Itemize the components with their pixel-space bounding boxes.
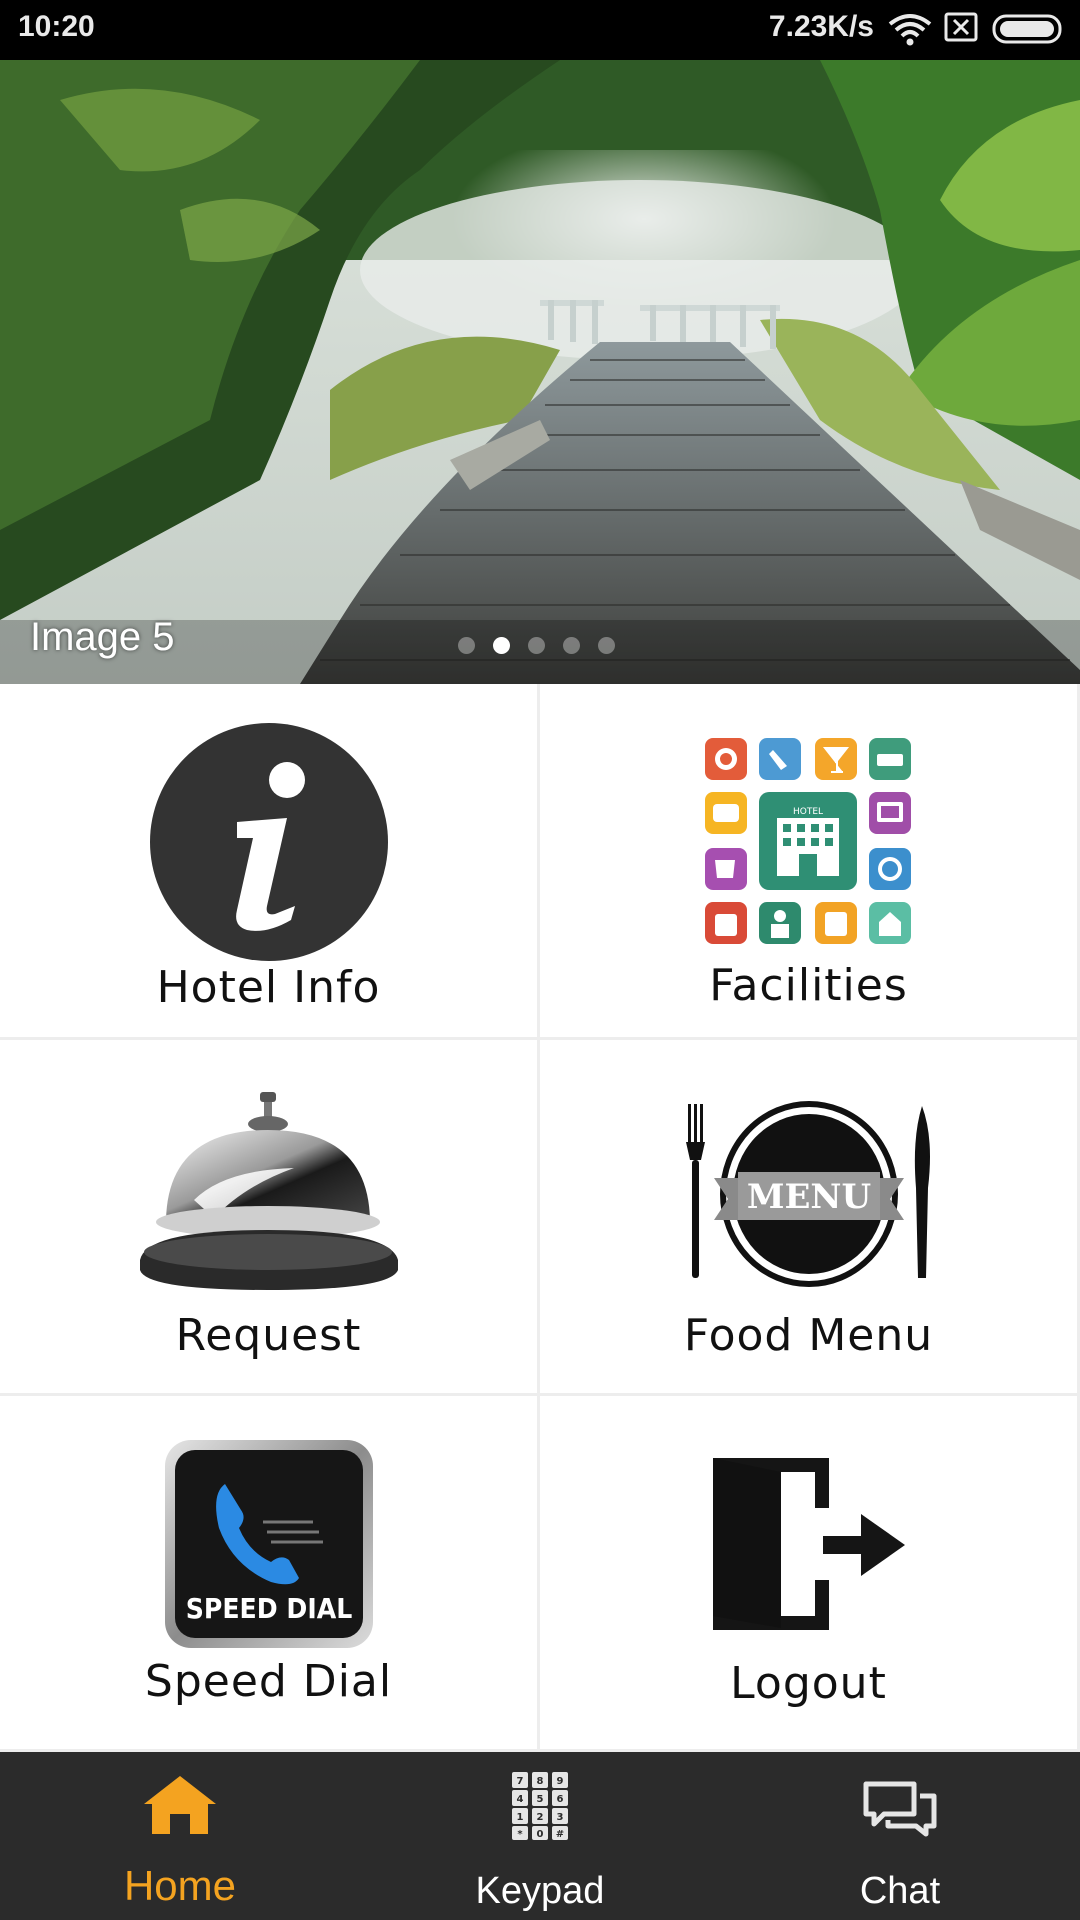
sim-missing-icon [944,12,978,42]
svg-text:#: # [556,1829,564,1840]
carousel-dot[interactable] [528,637,545,654]
carousel-dot[interactable] [458,637,475,654]
svg-text:2: 2 [537,1812,544,1823]
status-bar: 10:20 7.23K/s [0,0,1080,60]
svg-text:8: 8 [537,1776,544,1787]
carousel-dot[interactable] [563,637,580,654]
request-tile[interactable]: Request [0,1040,540,1396]
nav-chat[interactable]: Chat [720,1752,1080,1920]
hotel-sign-text: HOTEL [792,807,822,817]
banner-caption: Image 5 [30,615,175,659]
status-time: 10:20 [18,10,95,43]
home-icon [144,1776,216,1834]
speed-dial-icon-text: SPEED DIAL [185,1592,352,1625]
image-carousel[interactable]: Image 5 [0,60,1080,684]
keypad-icon: 7 8 9 4 5 6 1 2 3 * 0 # [512,1772,568,1840]
tile-label: Food Menu [683,1310,934,1361]
battery-icon [992,14,1062,44]
food-menu-tile[interactable]: MENU Food Menu [540,1040,1080,1396]
logout-tile[interactable]: Logout [540,1396,1080,1752]
nav-keypad[interactable]: 7 8 9 4 5 6 1 2 3 * 0 # Keypad [360,1752,720,1920]
svg-text:4: 4 [517,1794,524,1805]
svg-text:9: 9 [557,1776,564,1787]
svg-text:6: 6 [557,1794,564,1805]
tile-label: Logout [730,1658,887,1709]
food-menu-icon: MENU [685,1101,930,1287]
tile-label: Request [175,1310,362,1361]
wifi-icon [888,14,932,46]
hotel-info-tile[interactable]: Hotel Info [0,684,540,1040]
nav-label-keypad: Keypad [475,1870,605,1912]
svg-text:7: 7 [517,1776,524,1787]
logout-icon [712,1458,905,1630]
tile-label: Facilities [709,960,908,1011]
info-icon [149,723,388,961]
carousel-dot-active[interactable] [493,637,510,654]
speed-dial-icon: SPEED DIAL [164,1440,373,1648]
svg-text:5: 5 [537,1794,544,1805]
svg-text:0: 0 [537,1829,544,1840]
speed-dial-tile[interactable]: SPEED DIAL Speed Dial [0,1396,540,1752]
banner-image [0,60,1080,684]
menu-badge-text: MENU [746,1177,870,1217]
nav-label-chat: Chat [859,1870,941,1912]
nav-home[interactable]: Home [0,1752,360,1920]
carousel-indicator [458,637,615,654]
hotel-facilities-icon: HOTEL [704,738,911,944]
facilities-tile[interactable]: HOTEL Facilities [540,684,1080,1040]
chat-icon [863,1781,937,1837]
menu-grid: Hotel Info HOTEL Facilities Request MENU… [0,684,1080,1752]
network-speed: 7.23K/s [768,10,874,43]
svg-text:*: * [517,1829,523,1840]
service-bell-icon [139,1092,398,1290]
carousel-dot[interactable] [598,637,615,654]
svg-text:3: 3 [557,1812,564,1823]
svg-text:1: 1 [517,1812,524,1823]
nav-label-home: Home [123,1862,237,1909]
tile-label: Speed Dial [144,1656,393,1707]
tile-label: Hotel Info [156,962,381,1013]
bottom-navigation: Home 7 8 9 4 5 6 1 2 3 * 0 # Keypad Chat [0,1752,1080,1920]
